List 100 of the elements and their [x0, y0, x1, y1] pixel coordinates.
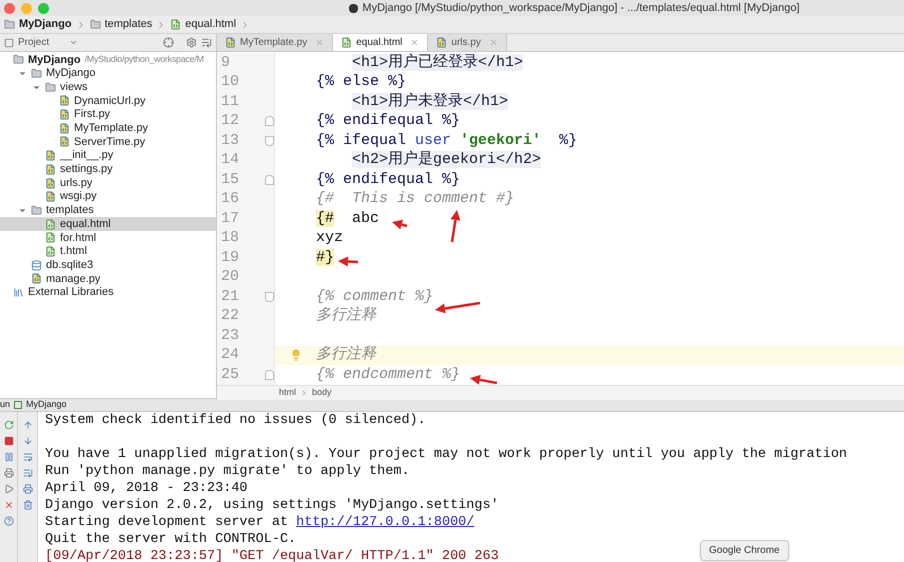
close-tab-icon[interactable] [488, 38, 498, 47]
run-config-label[interactable]: MyDjango [26, 398, 67, 412]
tooltip: Google Chrome [700, 540, 789, 561]
python-file-icon [45, 164, 56, 175]
editor-tab[interactable]: equal.html [333, 34, 428, 51]
line-number: 23 [221, 326, 240, 346]
line-number: 22 [221, 306, 240, 326]
console-line: System check identified no issues (0 silenced). [45, 413, 426, 428]
tree-item[interactable]: First.py [0, 108, 216, 122]
code-line: {% endcomment %} [316, 364, 460, 384]
python-file-icon [45, 150, 56, 162]
project-icon [4, 38, 14, 48]
console-line: Django version 2.0.2, using settings 'MyDjango.settings' [45, 498, 499, 513]
tree-item[interactable]: settings.py [0, 162, 216, 176]
database-icon [31, 260, 42, 271]
code-line: 多行注释 [316, 344, 376, 365]
tree-item[interactable]: manage.py [0, 272, 216, 286]
tree-item[interactable]: wsgi.py [0, 190, 216, 204]
folder-icon [90, 19, 101, 30]
locate-icon[interactable] [163, 37, 174, 48]
wrap-text-icon[interactable] [22, 452, 32, 462]
scroll-to-end-icon[interactable] [22, 468, 32, 478]
lightbulb-icon[interactable] [290, 349, 302, 362]
console-line: You have 1 unapplied migration(s). Your project may not work properly until you apply the migration [45, 447, 848, 462]
fold-marker-icon[interactable] [265, 116, 274, 126]
close-icon[interactable] [4, 500, 14, 510]
folder-icon [31, 204, 42, 216]
console-line: April 09, 2018 - 23:23:40 [45, 481, 248, 496]
dropdown-caret-icon[interactable] [69, 38, 78, 47]
arrow-up-icon[interactable] [22, 420, 32, 430]
code-line: {# This is comment #} [316, 189, 514, 209]
line-number: 11 [221, 92, 240, 112]
tree-item[interactable]: MyTemplate.py [0, 121, 216, 136]
annotation-arrow-drawing [450, 210, 460, 242]
close-tab-icon[interactable] [410, 38, 420, 47]
fold-marker-icon[interactable] [265, 174, 274, 185]
line-number: 10 [221, 72, 240, 92]
line-number: 14 [221, 150, 240, 170]
code-line: {% ifequal user 'geekori' %} [316, 130, 578, 150]
tree-item[interactable]: db.sqlite3 [0, 258, 216, 272]
tree-item[interactable]: for.html [0, 230, 216, 245]
console-line: Quit the server with CONTROL-C. [45, 532, 296, 547]
close-button[interactable] [4, 2, 15, 14]
print-icon[interactable] [4, 468, 14, 478]
console-line: Run 'python manage.py migrate' to apply them. [45, 464, 410, 479]
annotation-arrow-drawing [338, 256, 358, 266]
line-number: 24 [221, 345, 240, 365]
tree-item[interactable]: equal.html [0, 217, 216, 231]
rerun-icon[interactable] [4, 420, 14, 430]
project-view-dropdown[interactable]: Project [18, 35, 50, 50]
stop-icon[interactable] [4, 436, 14, 446]
trash-icon[interactable] [22, 500, 32, 510]
code-line: {% else %} [316, 72, 406, 92]
print-icon[interactable] [22, 484, 32, 494]
tag-path-item[interactable]: html [279, 386, 296, 400]
editor-tab[interactable]: MyTemplate.py [217, 34, 334, 51]
close-tab-icon[interactable] [315, 38, 324, 47]
tree-item[interactable]: MyDjango [0, 66, 216, 80]
zoom-button[interactable] [38, 2, 49, 14]
annotation-arrow-drawing [392, 220, 408, 230]
console-line: Starting development server at http://127.0.0.1:8000/ [45, 515, 474, 530]
line-number: 19 [221, 248, 240, 268]
code-line: {% endifequal %} [316, 111, 460, 131]
tree-item[interactable]: __init__.py [0, 148, 216, 162]
tree-item[interactable]: t.html [0, 244, 216, 258]
html-file-icon [45, 218, 56, 230]
tree-item[interactable]: MyDjango /MyStudio/python_workspace/M [0, 53, 216, 67]
python-file-icon [45, 191, 56, 202]
pause-icon[interactable] [4, 452, 14, 462]
tree-item[interactable]: ServerTime.py [0, 135, 216, 149]
tree-item[interactable]: templates [0, 204, 216, 218]
python-file-icon [436, 37, 448, 48]
tree-item[interactable]: DynamicUrl.py [0, 94, 216, 108]
line-number: 17 [221, 208, 240, 228]
line-number: 13 [221, 130, 240, 150]
line-number: 9 [221, 52, 232, 72]
settings-icon[interactable] [186, 37, 197, 48]
fold-marker-icon[interactable] [265, 370, 274, 380]
line-number: 25 [221, 364, 240, 384]
fold-marker-icon[interactable] [265, 292, 274, 302]
python-file-icon [59, 109, 70, 120]
fold-marker-icon[interactable] [265, 136, 274, 146]
breadcrumb-item[interactable]: equal.html [185, 16, 236, 33]
line-number: 21 [221, 286, 240, 306]
run-icon[interactable] [4, 484, 14, 494]
code-line: xyz [316, 228, 344, 248]
tag-path-item[interactable]: body [312, 386, 332, 400]
code-line: {# abc [316, 208, 380, 228]
tree-item[interactable]: views [0, 80, 216, 94]
python-file-icon [45, 178, 56, 189]
tree-item[interactable]: urls.py [0, 176, 216, 190]
tree-item[interactable]: External Libraries [0, 286, 216, 300]
help-icon[interactable] [4, 516, 14, 526]
editor-tab[interactable]: urls.py [428, 34, 507, 51]
run-tool-title[interactable]: un [0, 398, 10, 412]
library-icon [13, 287, 24, 298]
breadcrumb-item[interactable]: MyDjango [19, 16, 72, 33]
breadcrumb-item[interactable]: templates [104, 16, 152, 33]
arrow-down-icon[interactable] [22, 436, 32, 446]
link[interactable]: http://127.0.0.1:8000/ [296, 515, 474, 530]
